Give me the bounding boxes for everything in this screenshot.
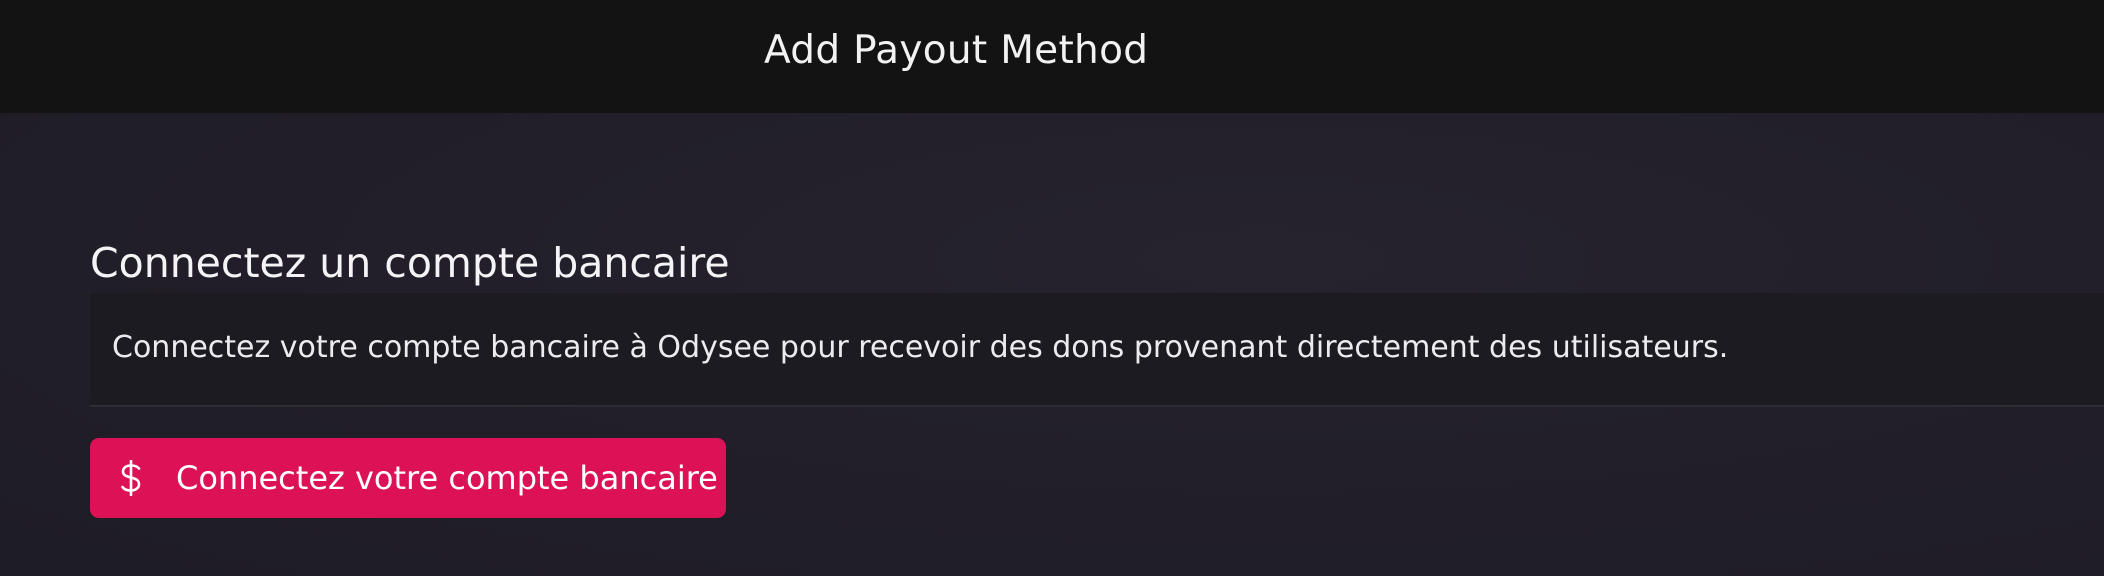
- payout-page: Add Payout Method Connectez un compte ba…: [0, 0, 2104, 576]
- description-card: Connectez votre compte bancaire à Odysee…: [90, 293, 2104, 407]
- top-bar: Add Payout Method: [0, 0, 2104, 113]
- connect-bank-button-label: Connectez votre compte bancaire: [176, 459, 718, 497]
- section-title: Connectez un compte bancaire: [90, 239, 730, 287]
- page-title: Add Payout Method: [764, 28, 1149, 73]
- dollar-icon: [121, 460, 141, 496]
- connect-bank-button[interactable]: Connectez votre compte bancaire: [90, 438, 726, 518]
- description-text: Connectez votre compte bancaire à Odysee…: [112, 330, 1729, 365]
